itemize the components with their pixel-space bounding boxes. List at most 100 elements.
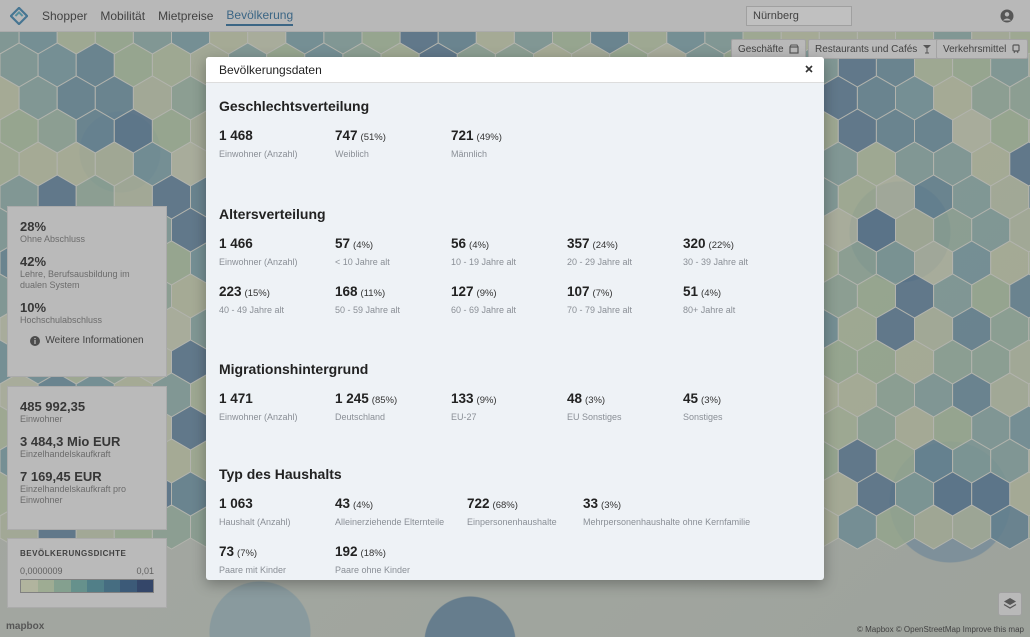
population-data-modal: Bevölkerungsdaten Geschlechtsverteilung 1… — [206, 57, 824, 580]
stat-percentage: (7%) — [237, 548, 258, 559]
stat-percentage: (4%) — [701, 288, 722, 299]
stat-number: 56 — [451, 236, 467, 251]
stat-row: 1 468 Einwohner (Anzahl) 747 (51%) Weiblich 7… — [219, 127, 811, 175]
stat-label: Weiblich — [335, 149, 369, 159]
stat-label: Deutschland — [335, 412, 386, 422]
stat-number: 192 — [335, 544, 358, 559]
stat-row: 1 063 Haushalt (Anzahl) 43 (4%) Alleinerzieh… — [219, 495, 811, 543]
stat-number: 357 — [567, 236, 590, 251]
stat-item: 51 (4%) 80+ Jahre alt — [683, 283, 735, 315]
stat-percentage: (85%) — [371, 395, 398, 406]
stat-label: Einwohner (Anzahl) — [219, 257, 298, 267]
stat-item: 721 (49%) Männlich — [451, 127, 502, 159]
stat-percentage: (3%) — [701, 395, 722, 406]
stat-item: 223 (15%) 40 - 49 Jahre alt — [219, 283, 284, 315]
stat-number: 1 471 — [219, 391, 253, 406]
stat-percentage: (11%) — [360, 288, 386, 299]
stat-percentage: (4%) — [353, 240, 374, 251]
stat-number: 73 — [219, 544, 235, 559]
stat-percentage: (51%) — [360, 132, 386, 143]
stat-number: 223 — [219, 284, 242, 299]
stat-number: 747 — [335, 128, 358, 143]
stat-number: 107 — [567, 284, 590, 299]
stat-percentage: (9%) — [476, 288, 497, 299]
stat-item: 357 (24%) 20 - 29 Jahre alt — [567, 235, 632, 267]
stat-label: Einwohner (Anzahl) — [219, 149, 298, 159]
stat-number: 320 — [683, 236, 706, 251]
stat-label: Alleinerziehende Elternteile — [335, 517, 445, 527]
stat-label: 30 - 39 Jahre alt — [683, 257, 749, 267]
stat-item: 127 (9%) 60 - 69 Jahre alt — [451, 283, 516, 315]
stat-number: 45 — [683, 391, 699, 406]
stat-label: 50 - 59 Jahre alt — [335, 305, 401, 315]
stat-label: 80+ Jahre alt — [683, 305, 736, 315]
stat-number: 127 — [451, 284, 474, 299]
stat-item: 45 (3%) Sonstiges — [683, 390, 723, 422]
section-title: Migrationshintergrund — [219, 361, 369, 377]
section-title: Typ des Haushalts — [219, 466, 342, 482]
stat-number: 1 245 — [335, 391, 369, 406]
stat-item: 48 (3%) EU Sonstiges — [567, 390, 622, 422]
stat-item: 1 468 Einwohner (Anzahl) — [219, 127, 298, 159]
section-title: Geschlechtsverteilung — [219, 98, 370, 114]
stat-item: 320 (22%) 30 - 39 Jahre alt — [683, 235, 748, 267]
stat-label: EU-27 — [451, 412, 477, 422]
stat-label: 10 - 19 Jahre alt — [451, 257, 517, 267]
stat-item: 33 (3%) Mehrpersonenhaushalte ohne Kernfam… — [583, 495, 750, 527]
stat-item: 43 (4%) Alleinerziehende Elternteile — [335, 495, 444, 527]
stat-number: 168 — [335, 284, 358, 299]
stat-label: EU Sonstiges — [567, 412, 622, 422]
stat-item: 1 063 Haushalt (Anzahl) — [219, 495, 291, 527]
stat-item: 168 (11%) 50 - 59 Jahre alt — [335, 283, 400, 315]
stat-percentage: (3%) — [601, 500, 622, 511]
stat-percentage: (3%) — [585, 395, 606, 406]
stat-percentage: (49%) — [476, 132, 502, 143]
stat-row: 73 (7%) Paare mit Kinder 192 (18%) Paare ohne… — [219, 543, 811, 591]
stat-number: 57 — [335, 236, 351, 251]
stat-item: 1 466 Einwohner (Anzahl) — [219, 235, 298, 267]
modal-title: Bevölkerungsdaten — [219, 62, 322, 77]
close-icon[interactable] — [803, 63, 815, 75]
stat-item: 73 (7%) Paare mit Kinder — [219, 543, 286, 575]
stat-label: 20 - 29 Jahre alt — [567, 257, 633, 267]
stat-label: Männlich — [451, 149, 488, 159]
stat-label: Mehrpersonenhaushalte ohne Kernfamilie — [583, 517, 751, 527]
stat-row: 1 471 Einwohner (Anzahl) 1 245 (85%) Deutsch… — [219, 390, 811, 438]
modal-section: Altersverteilung 1 466 Einwohner (Anzahl) 5… — [219, 206, 811, 331]
stat-number: 1 468 — [219, 128, 253, 143]
stat-item: 133 (9%) EU-27 — [451, 390, 497, 422]
stat-percentage: (4%) — [353, 500, 374, 511]
stat-number: 133 — [451, 391, 474, 406]
stat-item: 57 (4%) < 10 Jahre alt — [335, 235, 390, 267]
stat-label: Einwohner (Anzahl) — [219, 412, 298, 422]
stat-percentage: (18%) — [360, 548, 386, 559]
stat-number: 721 — [451, 128, 474, 143]
stat-item: 722 (68%) Einpersonenhaushalte — [467, 495, 557, 527]
stat-item: 192 (18%) Paare ohne Kinder — [335, 543, 410, 575]
stat-label: 70 - 79 Jahre alt — [567, 305, 633, 315]
stat-label: Paare mit Kinder — [219, 565, 287, 575]
stat-label: Paare ohne Kinder — [335, 565, 411, 575]
stat-row: 223 (15%) 40 - 49 Jahre alt 168 (11%) 50 - 59… — [219, 283, 811, 331]
stat-label: Haushalt (Anzahl) — [219, 517, 291, 527]
stat-label: 40 - 49 Jahre alt — [219, 305, 285, 315]
stat-number: 722 — [467, 496, 490, 511]
stat-number: 48 — [567, 391, 583, 406]
stat-percentage: (68%) — [492, 500, 518, 511]
modal-section: Migrationshintergrund 1 471 Einwohner (Anz… — [219, 361, 811, 438]
stat-number: 51 — [683, 284, 699, 299]
stat-number: 1 063 — [219, 496, 253, 511]
stat-percentage: (22%) — [708, 240, 734, 251]
stat-label: Einpersonenhaushalte — [467, 517, 557, 527]
stat-percentage: (24%) — [592, 240, 618, 251]
stat-number: 1 466 — [219, 236, 253, 251]
stat-item: 56 (4%) 10 - 19 Jahre alt — [451, 235, 516, 267]
stat-label: < 10 Jahre alt — [335, 257, 390, 267]
stat-row: 1 466 Einwohner (Anzahl) 57 (4%) < 10 Jahre … — [219, 235, 811, 283]
stat-percentage: (15%) — [244, 288, 270, 299]
stat-number: 43 — [335, 496, 351, 511]
stat-item: 1 245 (85%) Deutschland — [335, 390, 397, 422]
stat-number: 33 — [583, 496, 599, 511]
stat-item: 107 (7%) 70 - 79 Jahre alt — [567, 283, 632, 315]
modal-section: Geschlechtsverteilung 1 468 Einwohner (Anz… — [219, 98, 811, 175]
